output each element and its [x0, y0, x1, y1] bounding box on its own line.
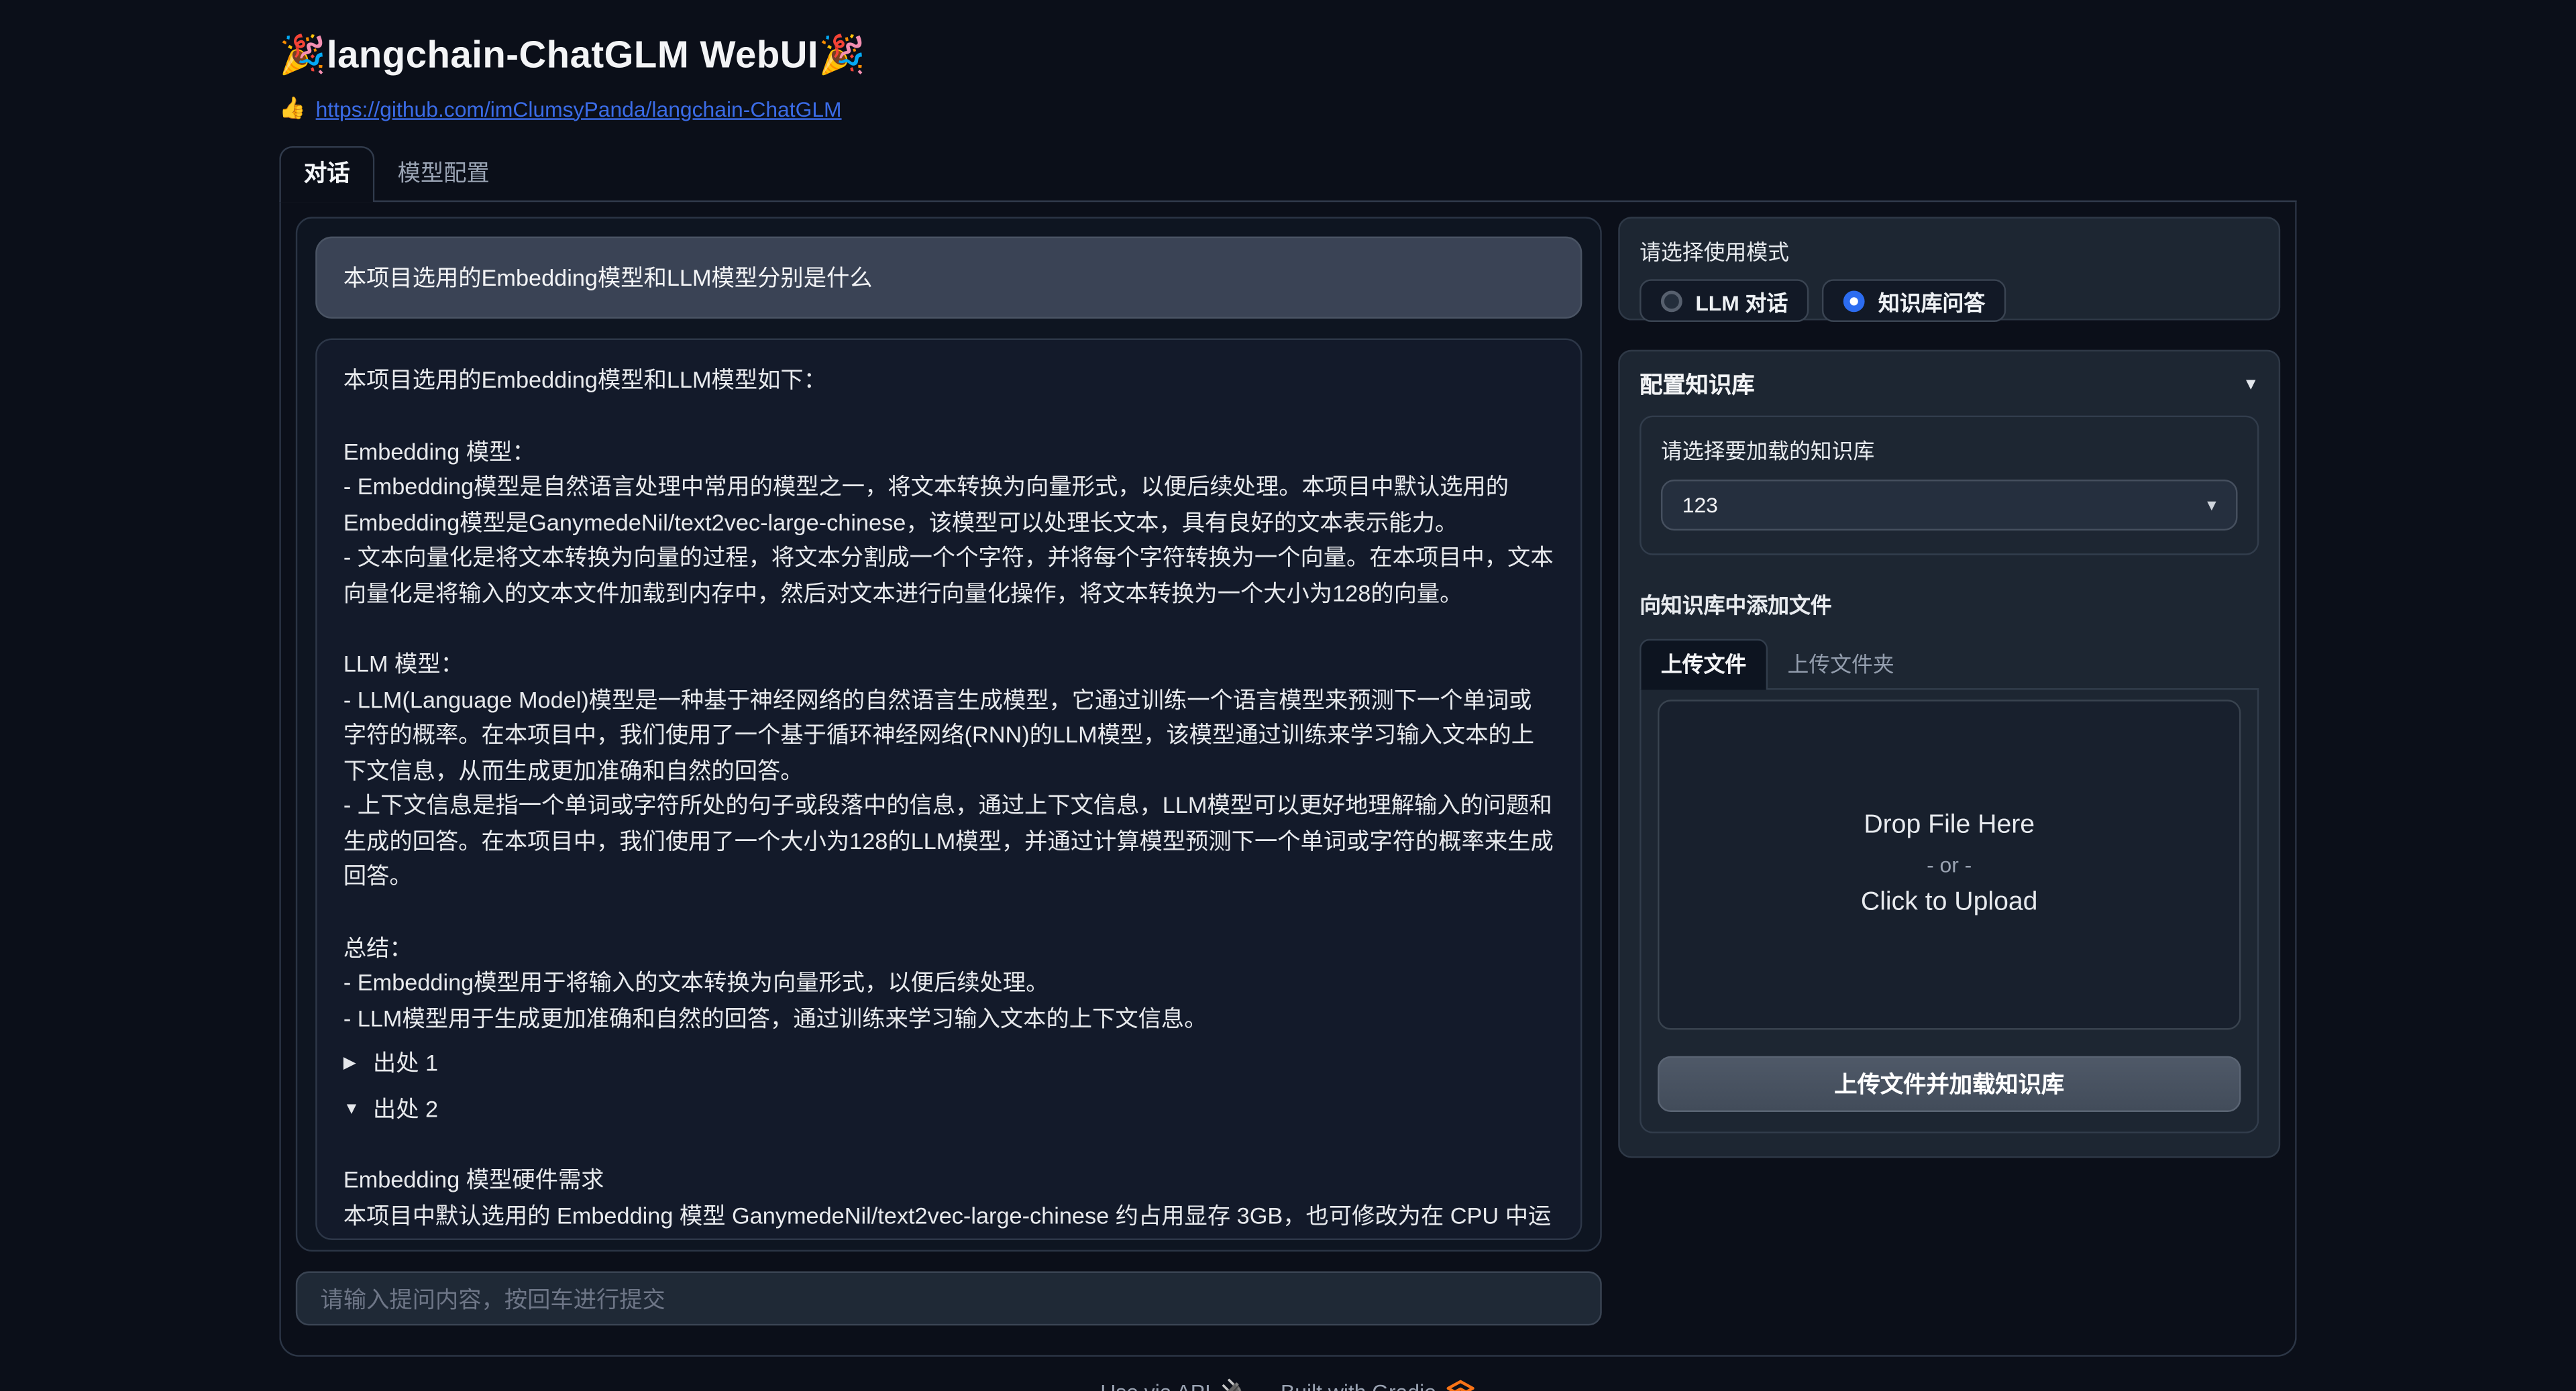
tab-model-config[interactable]: 模型配置: [374, 148, 513, 200]
radio-knowledge-base-qa[interactable]: 知识库问答: [1823, 279, 2006, 322]
source-1-toggle[interactable]: ▶ 出处 1: [343, 1046, 1554, 1082]
user-message: 本项目选用的Embedding模型和LLM模型分别是什么: [315, 237, 1582, 319]
page-title: 🎉langchain-ChatGLM WebUI🎉: [279, 33, 2296, 77]
mode-label: 请选择使用模式: [1640, 235, 2259, 266]
llm-bullet: - 上下文信息是指一个单词或字符所处的句子或段落中的信息，通过上下文信息，LLM…: [343, 789, 1554, 895]
kb-accordion: 配置知识库 ▼ 请选择要加载的知识库 123 ▾ 向知识库中添加文件: [1618, 350, 2280, 1158]
use-via-api-link[interactable]: Use via API 🔌: [1100, 1378, 1247, 1391]
use-via-api-label: Use via API: [1100, 1379, 1211, 1391]
mode-panel: 请选择使用模式 LLM 对话 知识库问答: [1618, 217, 2280, 320]
embedding-heading: Embedding 模型：: [343, 435, 1554, 470]
radio-llm-dialogue-label: LLM 对话: [1695, 285, 1788, 317]
kb-select-label: 请选择要加载的知识库: [1661, 434, 2238, 465]
footer-separator: ·: [1260, 1379, 1268, 1391]
llm-bullet: - LLM(Language Model)模型是一种基于神经网络的自然语言生成模…: [343, 683, 1554, 789]
bot-message: 本项目选用的Embedding模型和LLM模型如下： Embedding 模型：…: [315, 338, 1582, 1239]
source-detail-body: 本项目中默认选用的 Embedding 模型 GanymedeNil/text2…: [343, 1199, 1554, 1240]
summary-bullet: - LLM模型用于生成更加准确和自然的回答，通过训练来学习输入文本的上下文信息。: [343, 1001, 1554, 1037]
app-page: 🎉langchain-ChatGLM WebUI🎉 👍 https://gith…: [0, 0, 2576, 1391]
embedding-bullet: - Embedding模型是自然语言处理中常用的模型之一，将文本转换为向量形式，…: [343, 469, 1554, 540]
mode-radio-group: LLM 对话 知识库问答: [1640, 279, 2259, 322]
triangle-right-icon: ▶: [343, 1046, 362, 1082]
gradio-logo-icon: [1446, 1379, 1476, 1391]
radio-on-icon: [1844, 290, 1866, 311]
radio-knowledge-base-qa-label: 知识库问答: [1878, 285, 1985, 317]
chevron-down-icon: ▼: [2243, 376, 2259, 394]
triangle-down-icon: ▼: [343, 1091, 362, 1127]
add-file-label: 向知识库中添加文件: [1640, 588, 2259, 620]
upload-tabbar: 上传文件 上传文件夹: [1640, 639, 2259, 690]
tab-upload-folder[interactable]: 上传文件夹: [1768, 641, 1914, 688]
kb-select[interactable]: 123 ▾: [1661, 480, 2238, 531]
file-dropzone[interactable]: Drop File Here - or - Click to Upload: [1658, 700, 2241, 1030]
chat-column: 本项目选用的Embedding模型和LLM模型分别是什么 本项目选用的Embed…: [296, 217, 1602, 1340]
repo-link-row: 👍 https://github.com/imClumsyPanda/langc…: [279, 95, 2296, 121]
plug-icon: 🔌: [1221, 1378, 1248, 1391]
question-input[interactable]: [296, 1272, 1602, 1326]
radio-llm-dialogue[interactable]: LLM 对话: [1640, 279, 1809, 322]
dropzone-line-1: Drop File Here: [1864, 810, 2035, 842]
github-link[interactable]: https://github.com/imClumsyPanda/langcha…: [316, 96, 842, 121]
config-column: 请选择使用模式 LLM 对话 知识库问答: [1618, 217, 2280, 1340]
upload-and-load-button[interactable]: 上传文件并加载知识库: [1658, 1056, 2241, 1112]
chatbot[interactable]: 本项目选用的Embedding模型和LLM模型分别是什么 本项目选用的Embed…: [296, 217, 1602, 1251]
source-2-label: 出处 2: [373, 1091, 438, 1127]
main-tabbar: 对话 模型配置: [279, 146, 2296, 202]
footer: Use via API 🔌 · Built with Gradio: [279, 1378, 2296, 1391]
embedding-bullet: - 文本向量化是将文本转换为向量的过程，将文本分割成一个个字符，并将每个字符转换…: [343, 541, 1554, 611]
kb-accordion-header[interactable]: 配置知识库 ▼: [1640, 368, 2259, 401]
kb-accordion-title: 配置知识库: [1640, 368, 1754, 401]
llm-heading: LLM 模型：: [343, 647, 1554, 683]
tab-upload-file[interactable]: 上传文件: [1640, 639, 1768, 690]
source-detail-title: Embedding 模型硬件需求: [343, 1163, 1554, 1199]
built-with-gradio-link[interactable]: Built with Gradio: [1281, 1379, 1476, 1391]
kb-selected-value: 123: [1682, 493, 1718, 518]
source-2-toggle[interactable]: ▼ 出处 2: [343, 1091, 1554, 1127]
dropzone-line-2: - or -: [1927, 852, 1972, 877]
summary-heading: 总结：: [343, 930, 1554, 966]
built-with-gradio-label: Built with Gradio: [1281, 1379, 1436, 1391]
upload-tab-content: Drop File Here - or - Click to Upload 上传…: [1640, 690, 2259, 1133]
dialogue-tab-content: 本项目选用的Embedding模型和LLM模型分别是什么 本项目选用的Embed…: [279, 202, 2296, 1357]
dropzone-line-3: Click to Upload: [1861, 887, 2038, 920]
summary-bullet: - Embedding模型用于将输入的文本转换为向量形式，以便后续处理。: [343, 966, 1554, 1001]
radio-off-icon: [1661, 290, 1682, 311]
kb-select-box: 请选择要加载的知识库 123 ▾: [1640, 416, 2259, 555]
source-1-label: 出处 1: [373, 1046, 438, 1082]
bot-intro: 本项目选用的Embedding模型和LLM模型如下：: [343, 363, 1554, 398]
dropdown-caret-icon: ▾: [2207, 494, 2216, 516]
tab-dialogue[interactable]: 对话: [279, 146, 374, 202]
thumbs-up-icon: 👍: [279, 95, 306, 121]
